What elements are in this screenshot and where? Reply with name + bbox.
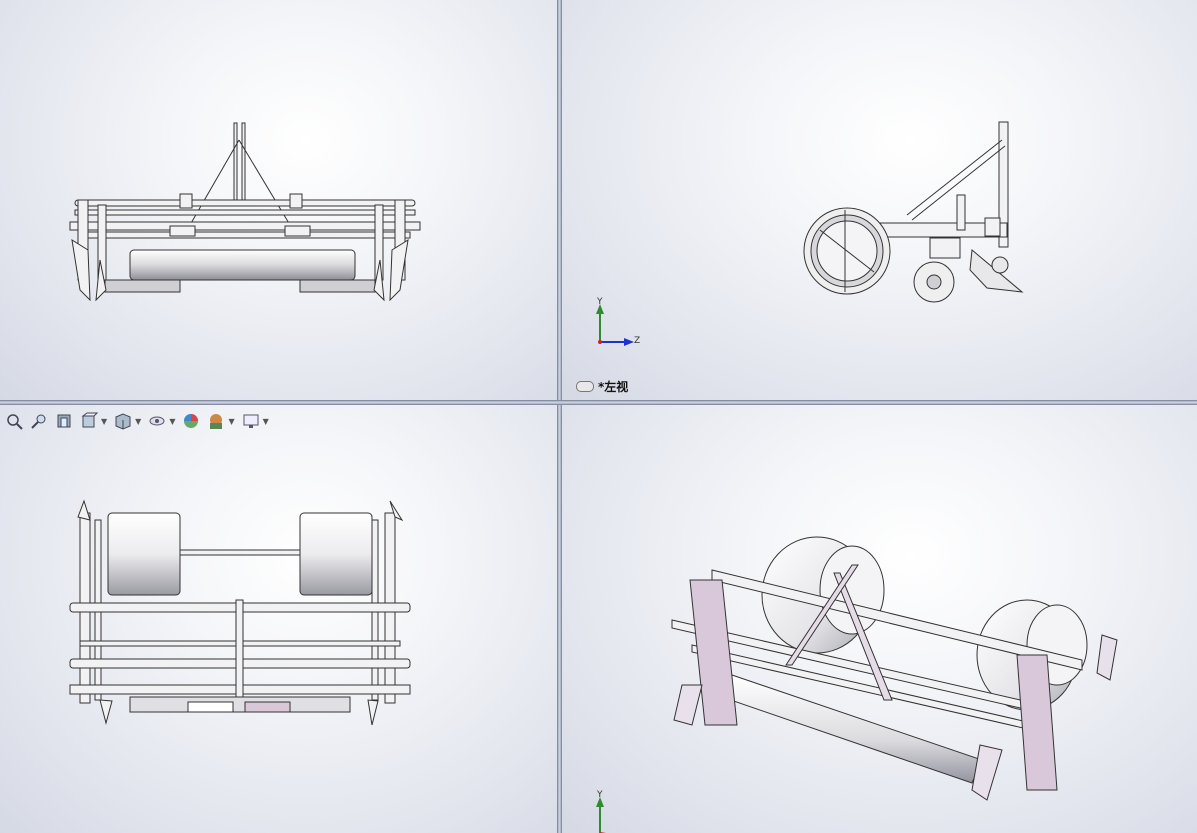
axis-y-label: Y (597, 297, 603, 307)
edit-appearance-icon[interactable] (180, 410, 202, 432)
viewport-left[interactable]: Y Z *左视 (562, 0, 1197, 400)
apply-scene-icon[interactable] (205, 410, 227, 432)
axis-y-label-iso: Y (597, 790, 603, 800)
horizontal-splitter[interactable] (0, 400, 1197, 405)
zoom-to-area-icon[interactable] (28, 410, 50, 432)
view-name-text: *左视 (598, 380, 629, 394)
viewport-top[interactable]: ▼ ▼ ▼ ▼ ▼ (0, 405, 557, 833)
view-settings-dropdown[interactable]: ▼ (263, 417, 269, 426)
model-isometric-view[interactable] (562, 405, 1197, 833)
view-name-label: *左视 (576, 378, 628, 395)
link-views-icon[interactable] (576, 381, 594, 392)
section-view-dropdown[interactable]: ▼ (101, 417, 107, 426)
view-settings-icon[interactable] (240, 410, 262, 432)
display-style-dropdown[interactable]: ▼ (169, 417, 175, 426)
axis-z-label: Z (634, 336, 641, 346)
section-view-icon[interactable] (78, 410, 100, 432)
display-style-icon[interactable] (146, 410, 168, 432)
view-orientation-dropdown[interactable]: ▼ (135, 417, 141, 426)
viewport-isometric[interactable]: Y (562, 405, 1197, 833)
apply-scene-dropdown[interactable]: ▼ (228, 417, 234, 426)
model-left-view[interactable] (562, 0, 1197, 400)
view-orientation-icon[interactable] (112, 410, 134, 432)
zoom-to-fit-icon[interactable] (3, 410, 25, 432)
coordinate-triad: Y Z (592, 297, 642, 350)
viewport-front[interactable] (0, 0, 557, 400)
coordinate-triad-iso: Y (592, 790, 632, 833)
heads-up-view-toolbar: ▼ ▼ ▼ ▼ ▼ (0, 408, 271, 434)
model-top-view[interactable] (0, 405, 557, 833)
model-front-view[interactable] (0, 0, 557, 400)
vertical-splitter[interactable] (557, 0, 562, 833)
previous-view-icon[interactable] (53, 410, 75, 432)
